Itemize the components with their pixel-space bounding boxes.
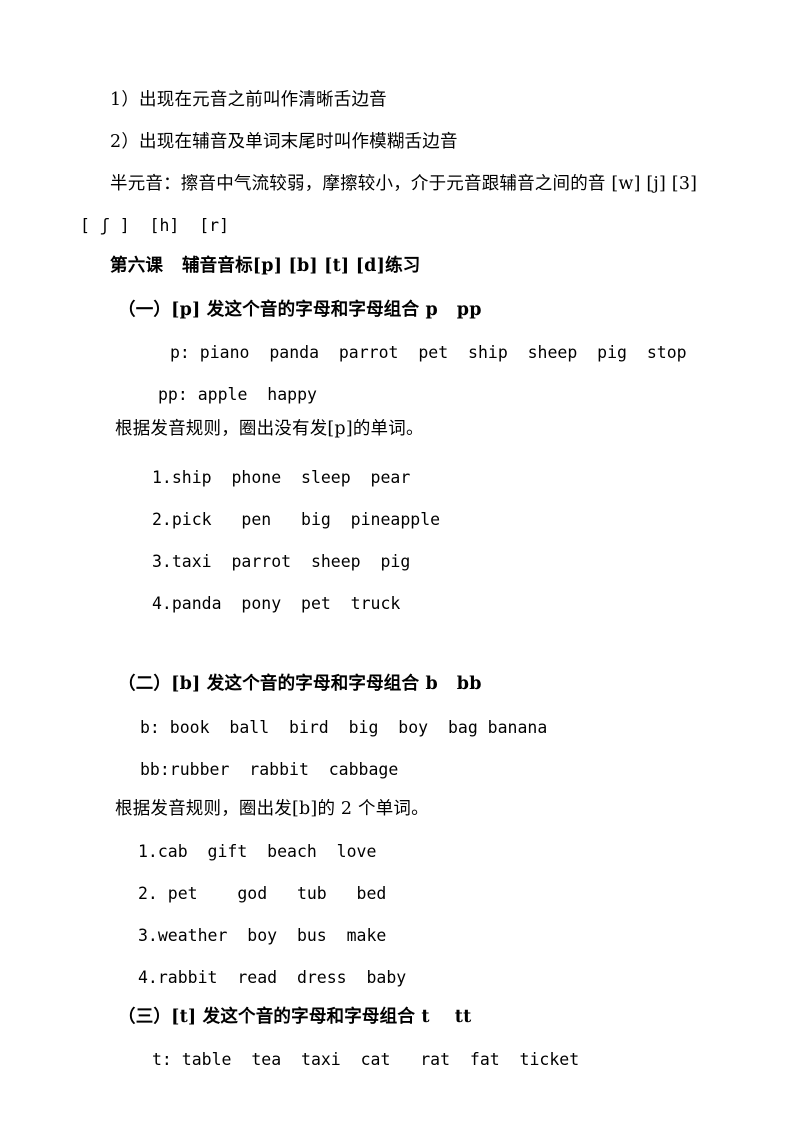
exercise-p-2: 2.pick pen big pineapple: [152, 510, 441, 529]
exercise-p-1: 1.ship phone sleep pear: [152, 468, 411, 487]
document-page: 1）出现在元音之前叫作清晰舌边音 2）出现在辅音及单词末尾时叫作模糊舌边音 半元…: [0, 0, 794, 1123]
lateral-rule-2-text: 2）: [110, 132, 140, 152]
exercise-b-3: 3.weather boy bus make: [138, 926, 387, 945]
lateral-rule-2: 2）出现在辅音及单词末尾时叫作模糊舌边音: [110, 132, 458, 152]
exercise-b-4: 4.rabbit read dress baby: [138, 968, 407, 987]
example-b-single: b: book ball bird big boy bag banana: [140, 718, 548, 737]
exercise-p-4: 4.panda pony pet truck: [152, 594, 401, 613]
section-heading-t: （三）[t] 发这个音的字母和字母组合 t tt: [118, 1007, 472, 1027]
exercise-b-2: 2. pet god tub bed: [138, 884, 387, 903]
lateral-rule-2-body: 出现在辅音及单词末尾时叫作模糊舌边音: [139, 132, 458, 152]
section-heading-b: （二）[b] 发这个音的字母和字母组合 b bb: [118, 674, 482, 694]
semivowel-line-1: 半元音：擦音中气流较弱，摩擦较小，介于元音跟辅音之间的音 [w] [j] [3]: [110, 174, 698, 194]
example-p-single: p: piano panda parrot pet ship sheep pig…: [170, 343, 687, 362]
exercise-b-1: 1.cab gift beach love: [138, 842, 377, 861]
instruction-b: 根据发音规则，圈出发[b]的 2 个单词。: [115, 799, 429, 819]
example-t-single: t: table tea taxi cat rat fat ticket: [152, 1050, 580, 1069]
semivowel-line-2: [ ʃ ] [h] [r]: [80, 216, 230, 235]
section-heading-p: （一）[p] 发这个音的字母和字母组合 p pp: [118, 300, 482, 320]
instruction-p: 根据发音规则，圈出没有发[p]的单词。: [115, 419, 424, 439]
lesson-heading: 第六课 辅音音标[p] [b] [t] [d]练习: [110, 256, 421, 276]
example-p-double: pp: apple happy: [158, 385, 317, 404]
lateral-rule-1: 1）出现在元音之前叫作清晰舌边音: [110, 90, 387, 110]
lateral-rule-1-text: 1）: [110, 90, 140, 110]
example-b-double: bb:rubber rabbit cabbage: [140, 760, 399, 779]
exercise-p-3: 3.taxi parrot sheep pig: [152, 552, 411, 571]
lateral-rule-1-body: 出现在元音之前叫作清晰舌边音: [139, 90, 387, 110]
